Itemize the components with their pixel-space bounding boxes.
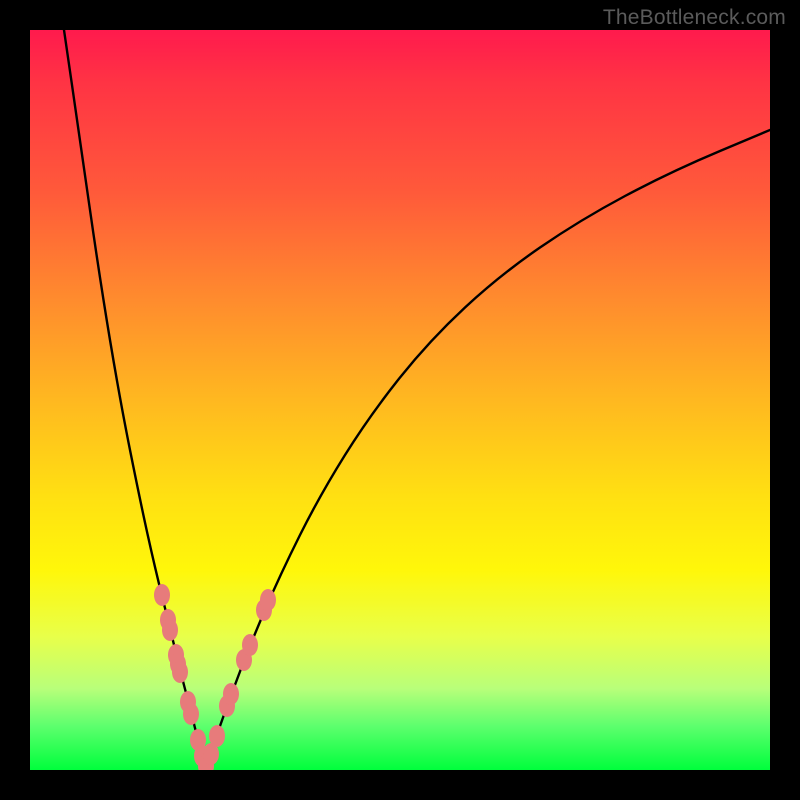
data-marker <box>172 661 188 683</box>
curve-right-branch <box>205 130 770 768</box>
watermark-text: TheBottleneck.com <box>603 6 786 30</box>
data-marker <box>223 683 239 705</box>
data-marker <box>242 634 258 656</box>
marker-group <box>154 584 276 770</box>
data-marker <box>209 725 225 747</box>
data-marker <box>162 619 178 641</box>
plot-area <box>30 30 770 770</box>
data-marker <box>260 589 276 611</box>
data-marker <box>154 584 170 606</box>
chart-svg <box>30 30 770 770</box>
data-marker <box>183 703 199 725</box>
chart-frame: TheBottleneck.com <box>0 0 800 800</box>
